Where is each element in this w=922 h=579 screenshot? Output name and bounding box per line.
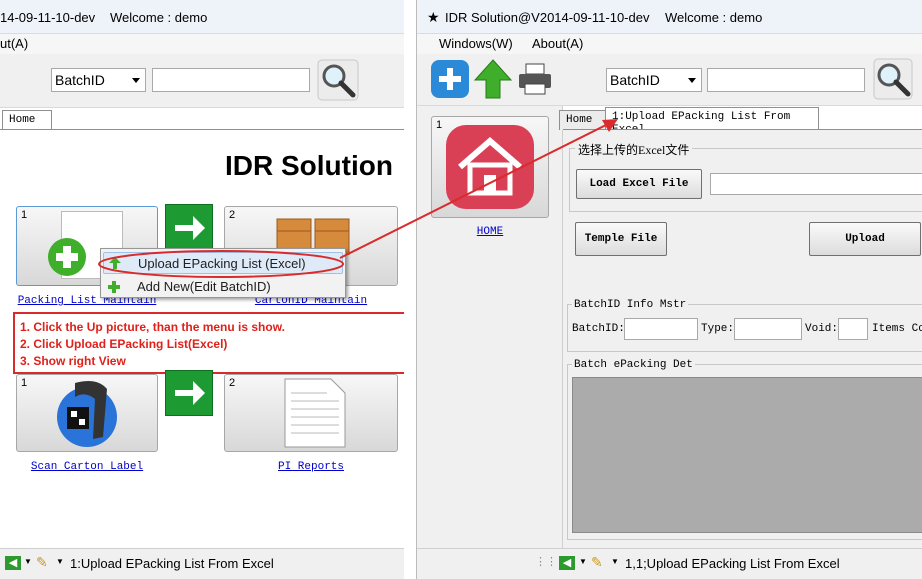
menu-windows[interactable]: Windows(W) <box>439 36 513 51</box>
left-welcome: Welcome : demo <box>110 10 208 25</box>
chevron-down-icon <box>132 78 140 83</box>
upload-file-group: 选择上传的Excel文件 Load Excel File <box>569 141 922 212</box>
void-field[interactable] <box>838 318 868 340</box>
batch-det-title: Batch ePacking Det <box>572 359 695 371</box>
tile-number: 1 <box>436 119 443 131</box>
context-menu: Upload EPacking List (Excel) Add New(Edi… <box>100 248 346 298</box>
left-menu-about[interactable]: ut(A) <box>0 36 28 51</box>
chevron-down-icon[interactable]: ▼ <box>24 557 32 566</box>
tile-number: 2 <box>229 209 236 221</box>
right-side-nav: 1 HOME <box>417 106 563 548</box>
arrow-right-icon <box>165 204 213 252</box>
instruction-step-2: 2. Click Upload EPacking List(Excel) <box>20 337 228 351</box>
menu-item-add-new[interactable]: Add New(Edit BatchID) <box>107 277 341 297</box>
home-link[interactable]: HOME <box>431 226 549 238</box>
tile-scan-carton[interactable]: 1 <box>16 374 158 452</box>
upload-button[interactable]: Upload <box>809 222 921 256</box>
left-search-type-select[interactable]: BatchID <box>51 68 146 92</box>
type-label: Type: <box>701 323 735 335</box>
chevron-down-icon[interactable]: ▼ <box>611 557 619 566</box>
instruction-step-1: 1. Click the Up picture, than the menu i… <box>20 320 285 334</box>
left-search-input[interactable] <box>152 68 310 92</box>
arrow-right-icon <box>165 370 213 416</box>
left-heading: IDR Solution <box>225 150 393 181</box>
instruction-step-3: 3. Show right View <box>20 354 126 368</box>
broom-icon[interactable]: ✎ <box>591 554 603 571</box>
chevron-down-icon[interactable]: ▼ <box>579 557 587 566</box>
plus-icon <box>107 280 121 294</box>
search-icon[interactable] <box>317 59 359 101</box>
right-title: IDR Solution@V2014-09-11-10-dev <box>445 10 650 25</box>
excel-file-path-input[interactable] <box>710 173 922 195</box>
tile-scan-carton-link[interactable]: Scan Carton Label <box>16 461 158 473</box>
upload-group-title: 选择上传的Excel文件 <box>575 141 693 158</box>
menu-about[interactable]: About(A) <box>532 36 583 51</box>
left-toolbar: BatchID <box>0 54 404 108</box>
tab-home-label: Home <box>566 114 593 126</box>
left-window: 14-09-11-10-dev Welcome : demo ut(A) Bat… <box>0 0 404 579</box>
tile-number: 1 <box>21 377 28 389</box>
home-tile[interactable]: 1 <box>431 116 549 218</box>
add-icon <box>47 237 87 277</box>
tile-number: 1 <box>21 209 28 221</box>
right-welcome: Welcome : demo <box>665 10 763 25</box>
left-tab-home[interactable]: Home <box>2 110 52 130</box>
tile-number: 2 <box>229 377 236 389</box>
resize-grip-icon: ⋮⋮ <box>535 556 557 568</box>
menu-item-upload-label: Upload EPacking List (Excel) <box>138 256 306 271</box>
back-arrow-icon[interactable]: ◀ <box>5 556 21 570</box>
broom-icon[interactable]: ✎ <box>36 554 48 571</box>
upload-panel: 选择上传的Excel文件 Load Excel File Temple File… <box>563 129 922 548</box>
search-icon[interactable] <box>873 58 913 100</box>
tile-pi-reports-link[interactable]: PI Reports <box>224 461 398 473</box>
left-title: 14-09-11-10-dev <box>0 10 96 25</box>
tile-pi-reports[interactable]: 2 <box>224 374 398 452</box>
right-window: ★ IDR Solution@V2014-09-11-10-dev Welcom… <box>416 0 922 579</box>
temple-file-button[interactable]: Temple File <box>575 222 667 256</box>
right-search-type-select[interactable]: BatchID <box>606 68 702 92</box>
right-status-bar: ⋮⋮ ◀ ▼ ✎ ▼ 1,1;Upload EPacking List From… <box>417 548 922 579</box>
items-count-label: Items Co <box>872 323 922 335</box>
batchid-field[interactable] <box>624 318 698 340</box>
left-title-bar: 14-09-11-10-dev Welcome : demo <box>0 0 404 34</box>
upload-arrow-icon[interactable] <box>473 58 513 100</box>
right-title-bar: ★ IDR Solution@V2014-09-11-10-dev Welcom… <box>417 0 922 34</box>
upload-arrow-icon <box>108 256 122 270</box>
type-field[interactable] <box>734 318 802 340</box>
void-label: Void: <box>805 323 839 335</box>
right-status-text: 1,1;Upload EPacking List From Excel <box>625 556 840 571</box>
left-status-text: 1:Upload EPacking List From Excel <box>70 556 274 571</box>
right-menu-bar: Windows(W) About(A) <box>417 34 922 54</box>
app-icon: ★ <box>427 9 440 25</box>
chevron-down-icon[interactable]: ▼ <box>56 557 64 566</box>
batch-det-grid[interactable] <box>572 377 922 533</box>
load-excel-button[interactable]: Load Excel File <box>576 169 702 199</box>
right-search-input[interactable] <box>707 68 865 92</box>
left-tab-home-label: Home <box>9 114 36 126</box>
batch-info-group: BatchID Info Mstr BatchID: Type: Void: I… <box>567 299 922 352</box>
right-toolbar: BatchID <box>417 54 922 106</box>
home-icon <box>444 123 536 211</box>
barcode-scanner-icon <box>45 377 129 449</box>
left-menu-bar: ut(A) <box>0 34 404 54</box>
menu-item-upload-epacking[interactable]: Upload EPacking List (Excel) <box>103 252 343 274</box>
right-select-value: BatchID <box>610 72 660 88</box>
left-status-bar: ◀ ▼ ✎ ▼ 1:Upload EPacking List From Exce… <box>0 548 404 579</box>
printer-icon[interactable] <box>517 62 553 96</box>
left-select-value: BatchID <box>55 72 105 88</box>
add-icon[interactable] <box>431 60 469 98</box>
chevron-down-icon <box>688 78 696 83</box>
tab-upload-epacking[interactable]: 1:Upload EPacking List From Excel <box>605 107 819 136</box>
tab-home[interactable]: Home <box>559 110 609 130</box>
batchid-label: BatchID: <box>572 323 625 335</box>
instruction-note: 1. Click the Up picture, than the menu i… <box>13 312 404 374</box>
back-arrow-icon[interactable]: ◀ <box>559 556 575 570</box>
batch-det-group: Batch ePacking Det <box>567 359 922 540</box>
batch-info-title: BatchID Info Mstr <box>572 299 689 311</box>
menu-item-add-new-label: Add New(Edit BatchID) <box>137 279 271 294</box>
report-icon <box>283 377 347 449</box>
